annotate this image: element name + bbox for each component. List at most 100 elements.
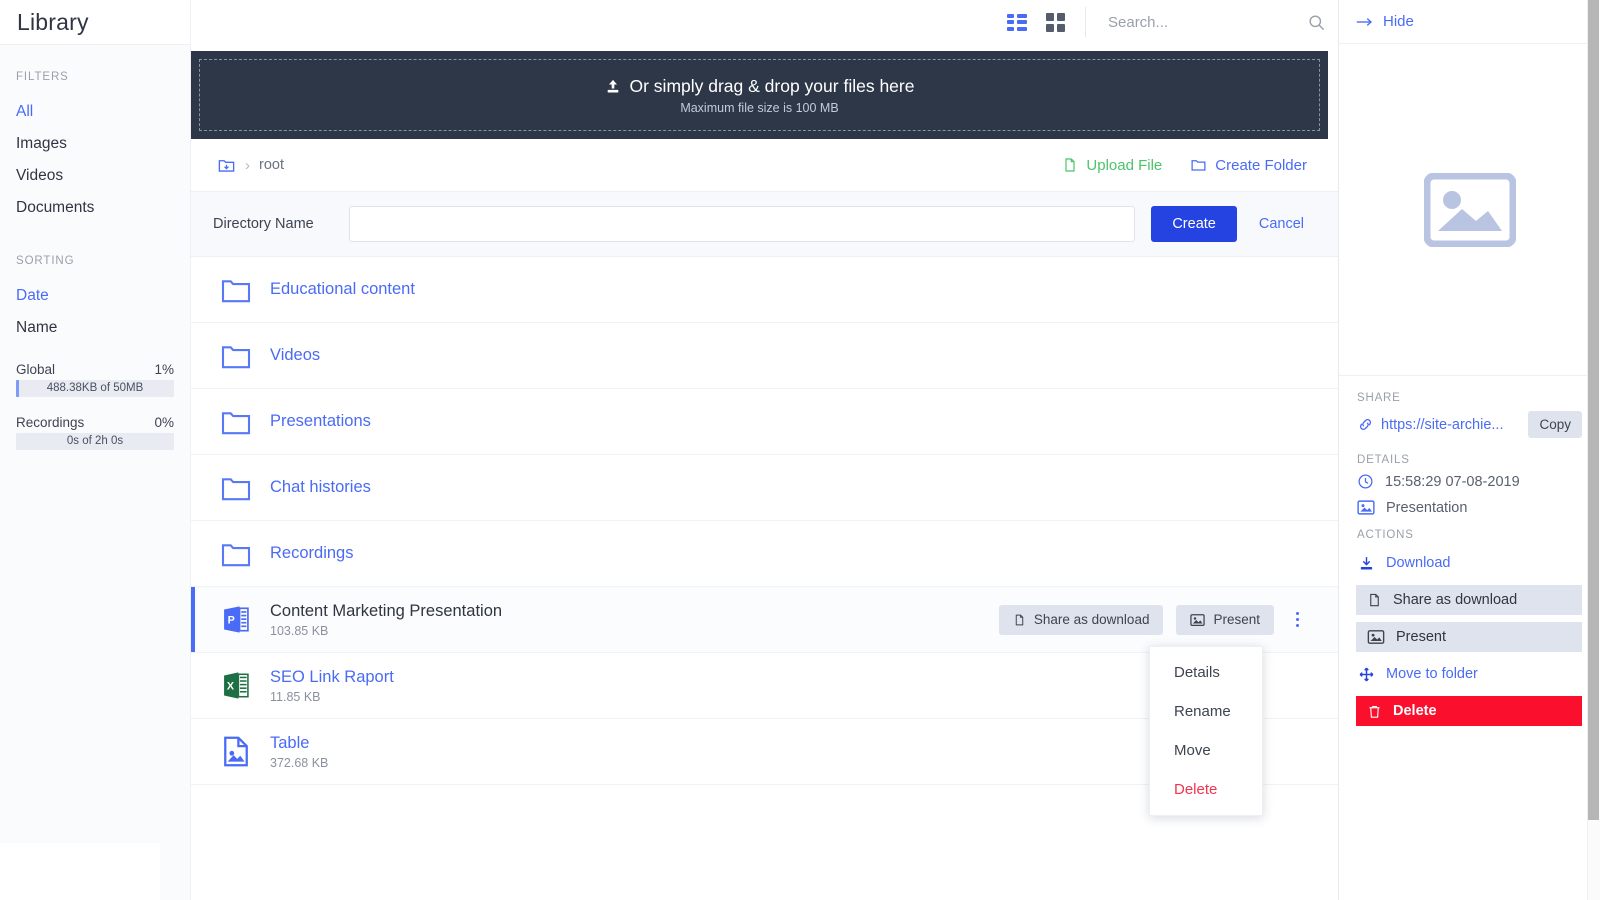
create-folder-button[interactable]: Create Folder: [1190, 156, 1307, 174]
file-name[interactable]: Content Marketing Presentation: [270, 602, 999, 621]
detail-filetype-value: Presentation: [1386, 500, 1467, 516]
image-icon: [1357, 499, 1375, 516]
table-row[interactable]: Recordings: [191, 521, 1338, 587]
row-present-button[interactable]: Present: [1176, 605, 1274, 635]
action-present-label: Present: [1396, 629, 1446, 645]
app-title-bar: Library: [0, 0, 190, 44]
action-delete[interactable]: Delete: [1356, 696, 1582, 726]
file-meta: Chat histories: [270, 478, 1307, 497]
folder-icon: [219, 541, 253, 567]
create-folder-label: Create Folder: [1215, 157, 1307, 174]
clock-icon: [1357, 473, 1374, 490]
action-share-label: Share as download: [1393, 592, 1517, 608]
dropzone[interactable]: Or simply drag & drop your files here Ma…: [191, 51, 1328, 139]
share-link[interactable]: https://site-archie...: [1381, 417, 1521, 433]
sidebar-item-images[interactable]: Images: [16, 128, 174, 160]
folder-icon: [219, 343, 253, 369]
breadcrumb-bar: › root Upload File: [191, 139, 1338, 191]
table-row[interactable]: PContent Marketing Presentation103.85 KB…: [191, 587, 1338, 653]
sidebar-footer-block: [0, 843, 160, 900]
share-row: https://site-archie... Copy: [1357, 411, 1582, 438]
sidebar-item-documents[interactable]: Documents: [16, 192, 174, 224]
file-meta: Videos: [270, 346, 1307, 365]
download-icon: [1358, 555, 1375, 572]
folder-icon: [219, 277, 253, 303]
more-options-icon[interactable]: [1287, 605, 1307, 635]
quota-meter-global: Global 1% 488.38KB of 50MB: [16, 362, 174, 397]
directory-name-label: Directory Name: [213, 216, 333, 232]
image-icon: [1367, 629, 1385, 645]
view-toggle-group: [1007, 7, 1086, 37]
quota-recordings-percent: 0%: [154, 415, 174, 430]
main-content: Or simply drag & drop your files here Ma…: [190, 0, 1338, 900]
menu-item-rename[interactable]: Rename: [1150, 692, 1262, 731]
file-name[interactable]: Educational content: [270, 280, 1307, 299]
image-icon: [219, 736, 253, 767]
powerpoint-icon: P: [219, 604, 253, 635]
table-row[interactable]: Chat histories: [191, 455, 1338, 521]
copy-link-button[interactable]: Copy: [1528, 411, 1582, 438]
search-icon[interactable]: [1307, 13, 1326, 32]
sidebar-item-videos[interactable]: Videos: [16, 160, 174, 192]
sidebar-item-all[interactable]: All: [16, 96, 174, 128]
dropzone-inner: Or simply drag & drop your files here Ma…: [199, 59, 1320, 131]
page-scrollbar-thumb[interactable]: [1588, 0, 1599, 820]
image-icon: [1190, 613, 1205, 627]
menu-item-delete[interactable]: Delete: [1150, 770, 1262, 809]
sort-by-name[interactable]: Name: [16, 312, 174, 344]
filters-heading: FILTERS: [16, 71, 174, 83]
action-present[interactable]: Present: [1356, 622, 1582, 652]
upload-file-button[interactable]: Upload File: [1062, 156, 1162, 174]
search-input[interactable]: [1108, 14, 1307, 31]
folder-icon: [219, 409, 253, 435]
menu-item-details[interactable]: Details: [1150, 653, 1262, 692]
file-name[interactable]: Chat histories: [270, 478, 1307, 497]
breadcrumb: › root: [217, 156, 284, 175]
file-name[interactable]: Presentations: [270, 412, 1307, 431]
dropzone-secondary: Maximum file size is 100 MB: [680, 101, 838, 115]
details-panel: Hide SHARE https://: [1338, 0, 1600, 900]
left-sidebar: Library FILTERS All Images Videos Docume…: [0, 0, 190, 900]
file-upload-icon: [1062, 156, 1078, 174]
move-icon: [1358, 666, 1375, 683]
folder-plus-icon: [1190, 156, 1207, 174]
main-toolbar: [191, 0, 1338, 44]
action-share-as-download[interactable]: Share as download: [1356, 585, 1582, 615]
list-view-icon[interactable]: [1007, 13, 1026, 32]
details-panel-header: Hide: [1339, 0, 1600, 44]
svg-text:X: X: [227, 681, 235, 693]
detail-timestamp: 15:58:29 07-08-2019: [1357, 473, 1582, 490]
table-row[interactable]: Educational content: [191, 257, 1338, 323]
action-move-label: Move to folder: [1386, 666, 1478, 682]
hide-panel-label: Hide: [1383, 13, 1414, 30]
row-share-as-download-button[interactable]: Share as download: [999, 605, 1164, 635]
breadcrumb-separator: ›: [245, 157, 250, 174]
file-meta: Educational content: [270, 280, 1307, 299]
sidebar-body: FILTERS All Images Videos Documents SORT…: [0, 44, 190, 900]
action-move-to-folder[interactable]: Move to folder: [1357, 659, 1582, 689]
quota-recordings-detail: 0s of 2h 0s: [16, 433, 174, 450]
create-button[interactable]: Create: [1151, 206, 1237, 242]
table-row[interactable]: Presentations: [191, 389, 1338, 455]
link-icon: [1357, 416, 1374, 433]
quota-global-name: Global: [16, 362, 55, 377]
row-present-label: Present: [1213, 612, 1260, 627]
detail-timestamp-value: 15:58:29 07-08-2019: [1385, 474, 1520, 490]
directory-name-input[interactable]: [349, 206, 1135, 242]
file-name[interactable]: Recordings: [270, 544, 1307, 563]
breadcrumb-root[interactable]: root: [259, 157, 284, 173]
file-icon: [1367, 591, 1382, 609]
hide-panel-button[interactable]: Hide: [1356, 13, 1414, 30]
sort-by-date[interactable]: Date: [16, 280, 174, 312]
upload-icon: [605, 78, 621, 95]
share-heading: SHARE: [1357, 392, 1582, 404]
menu-item-move[interactable]: Move: [1150, 731, 1262, 770]
table-row[interactable]: Videos: [191, 323, 1338, 389]
folder-home-icon[interactable]: [217, 156, 236, 175]
page-scrollbar-track[interactable]: [1587, 0, 1600, 900]
quota-recordings-name: Recordings: [16, 415, 84, 430]
file-name[interactable]: Videos: [270, 346, 1307, 365]
grid-view-icon[interactable]: [1046, 13, 1065, 32]
cancel-button[interactable]: Cancel: [1253, 216, 1310, 232]
action-download[interactable]: Download: [1357, 548, 1582, 578]
